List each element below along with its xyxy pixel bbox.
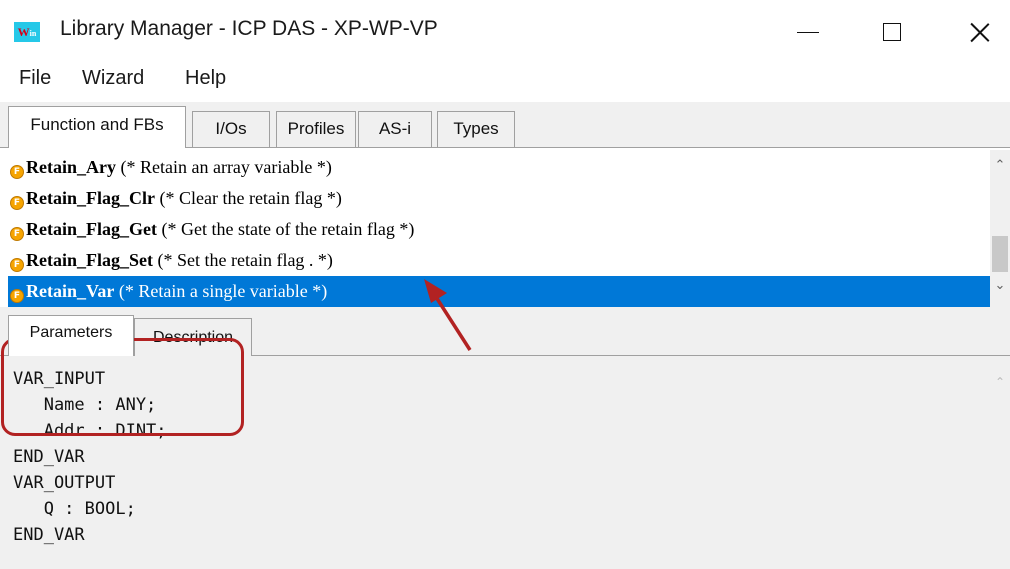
tab-as-i[interactable]: AS-i	[358, 111, 432, 147]
parameters-scrollbar[interactable]: ⌃	[990, 357, 1010, 569]
title-bar: Win Library Manager - ICP DAS - XP-WP-VP	[0, 0, 1010, 62]
close-button[interactable]	[950, 10, 1010, 54]
maximize-icon	[883, 23, 901, 41]
minimize-button[interactable]	[778, 10, 838, 54]
tab-parameters[interactable]: Parameters	[8, 315, 134, 356]
function-name: Retain_Flag_Get	[26, 219, 157, 239]
function-name: Retain_Var	[26, 281, 115, 301]
scrollbar-thumb[interactable]	[992, 236, 1008, 272]
function-icon: F	[10, 165, 24, 179]
function-icon: F	[10, 289, 24, 303]
list-item[interactable]: F Retain_Flag_Set (* Set the retain flag …	[8, 245, 990, 276]
function-name: Retain_Ary	[26, 157, 116, 177]
top-tab-strip: Function and FBs I/Os Profiles AS-i Type…	[0, 102, 1010, 148]
list-item[interactable]: F Retain_Flag_Get (* Get the state of the…	[8, 214, 990, 245]
function-list: F Retain_Ary (* Retain an array variable …	[8, 150, 990, 307]
chevron-up-icon[interactable]: ⌃	[990, 375, 1010, 389]
function-icon: F	[10, 196, 24, 210]
app-icon-main: W	[17, 25, 30, 39]
function-name: Retain_Flag_Set	[26, 250, 153, 270]
code-line: Name : ANY;	[13, 395, 157, 415]
close-icon	[970, 22, 990, 42]
menu-file[interactable]: File	[19, 67, 51, 90]
tab-function-and-fbs[interactable]: Function and FBs	[8, 106, 186, 148]
function-description: (* Set the retain flag . *)	[152, 250, 333, 270]
list-scrollbar[interactable]: ⌃ ⌄	[990, 150, 1010, 307]
menu-bar: File Wizard Help	[0, 62, 1010, 102]
app-icon: Win	[14, 22, 40, 42]
list-item[interactable]: F Retain_Flag_Clr (* Clear the retain fla…	[8, 183, 990, 214]
code-line: Q : BOOL;	[13, 499, 136, 519]
function-description: (* Retain a single variable *)	[114, 281, 328, 301]
tab-profiles[interactable]: Profiles	[276, 111, 356, 147]
minimize-icon	[797, 31, 819, 33]
code-line: END_VAR	[13, 447, 85, 467]
maximize-button[interactable]	[862, 10, 922, 54]
function-icon: F	[10, 227, 24, 241]
code-line: END_VAR	[13, 525, 85, 545]
chevron-down-icon[interactable]: ⌄	[990, 278, 1010, 294]
code-line: VAR_INPUT	[13, 369, 106, 389]
function-icon: F	[10, 258, 24, 272]
window-title: Library Manager - ICP DAS - XP-WP-VP	[60, 17, 438, 40]
app-icon-sub: in	[29, 29, 37, 38]
function-name: Retain_Flag_Clr	[26, 188, 155, 208]
list-item[interactable]: F Retain_Ary (* Retain an array variable …	[8, 152, 990, 183]
detail-tab-strip: Parameters Description	[0, 307, 1010, 357]
list-item-selected[interactable]: F Retain_Var (* Retain a single variable …	[8, 276, 990, 307]
tab-description[interactable]: Description	[134, 318, 252, 356]
function-description: (* Get the state of the retain flag *)	[156, 219, 415, 239]
chevron-up-icon[interactable]: ⌃	[990, 158, 1010, 174]
menu-wizard[interactable]: Wizard	[82, 67, 144, 90]
parameters-pane: VAR_INPUT Name : ANY; Addr : DINT; END_V…	[0, 357, 990, 569]
tab-types[interactable]: Types	[437, 111, 515, 147]
code-line: Addr : DINT;	[13, 421, 167, 441]
function-description: (* Clear the retain flag *)	[154, 188, 342, 208]
code-line: VAR_OUTPUT	[13, 473, 116, 493]
tab-ios[interactable]: I/Os	[192, 111, 270, 147]
menu-help[interactable]: Help	[185, 67, 226, 90]
function-description: (* Retain an array variable *)	[115, 157, 332, 177]
